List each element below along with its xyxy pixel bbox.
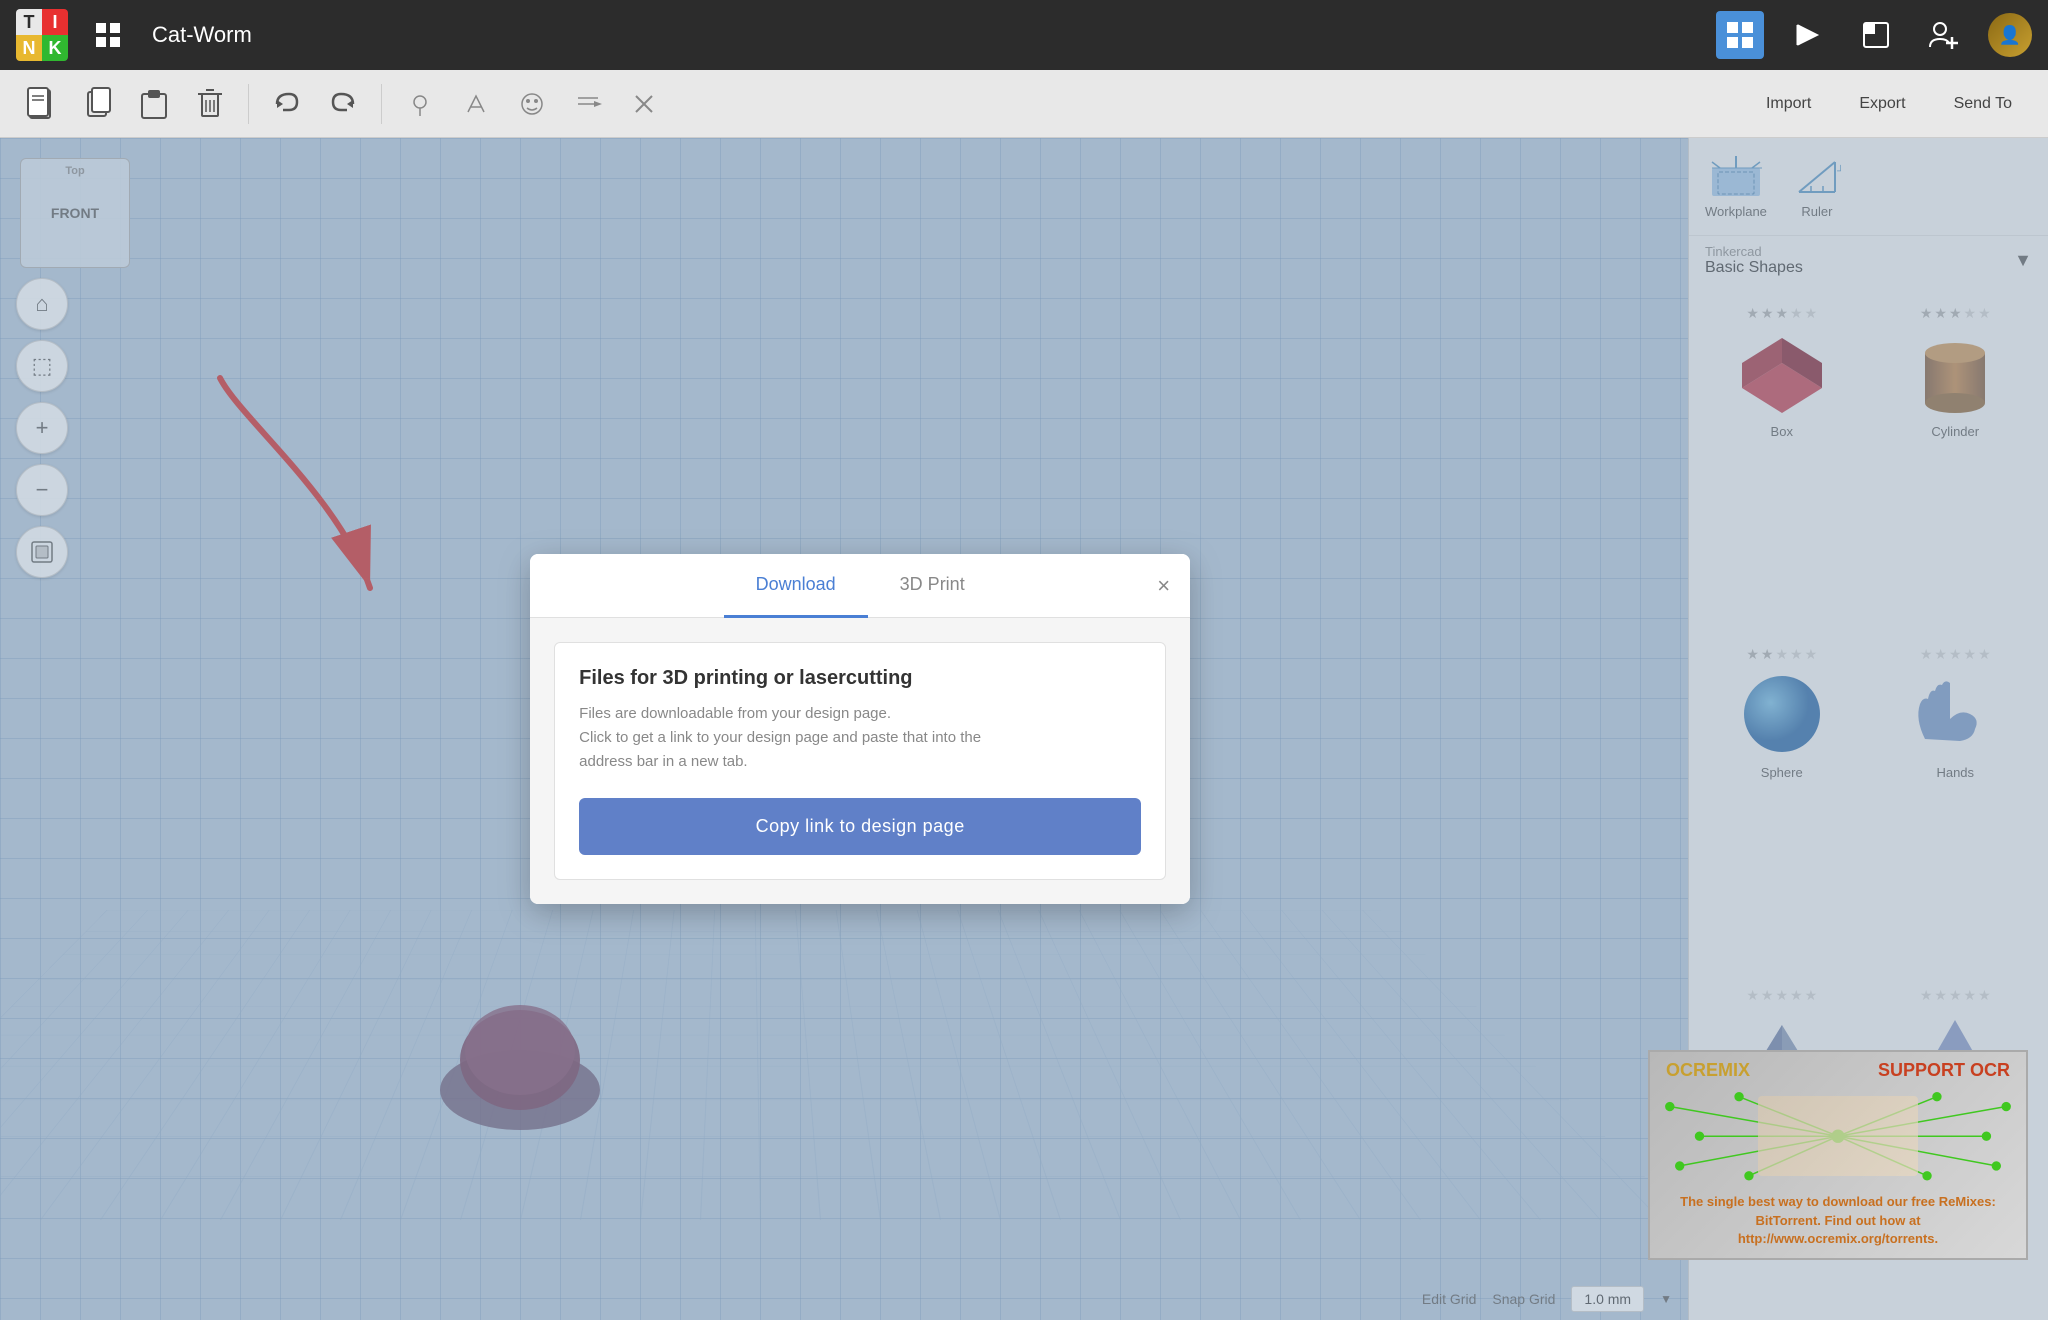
logo-t: T (16, 9, 42, 35)
header-right: 👤 (1716, 11, 2032, 59)
modal-title: Files for 3D printing or lasercutting (579, 667, 1141, 690)
header: T I N K Cat-Worm (0, 0, 2048, 70)
learn-btn[interactable] (1784, 11, 1832, 59)
main-area: Top FRONT ⌂ ⬚ + − (0, 138, 2048, 1320)
modal-tabs: Download 3D Print × (530, 554, 1190, 618)
ad-image (1758, 1096, 1918, 1176)
logo-k: K (42, 35, 68, 61)
ad-support-label: SUPPORT OCR (1878, 1060, 2010, 1081)
modal-description: Files are downloadable from your design … (579, 702, 1141, 774)
user-avatar[interactable]: 👤 (1988, 13, 2032, 57)
toolbar-right: Import Export Send To (1746, 87, 2032, 121)
tinkercad-logo[interactable]: T I N K (16, 9, 68, 61)
hint-btn-5[interactable] (618, 78, 670, 130)
export-btn[interactable]: Export (1839, 87, 1925, 121)
ad-text: The single best way to download our free… (1650, 1187, 2026, 1258)
send-to-btn[interactable]: Send To (1934, 87, 2032, 121)
undo-btn[interactable] (261, 78, 313, 130)
redo-btn[interactable] (317, 78, 369, 130)
ad-overlay: OCREMIX SUPPORT OCR (1648, 1050, 2028, 1260)
grid-view-icon (84, 11, 132, 59)
modal-content-box: Files for 3D printing or lasercutting Fi… (554, 642, 1166, 880)
copy-btn[interactable] (72, 78, 124, 130)
ad-ocremix-label: OCREMIX (1666, 1060, 1750, 1081)
logo-n: N (16, 35, 42, 61)
delete-btn[interactable] (184, 78, 236, 130)
ad-inner: OCREMIX SUPPORT OCR (1650, 1052, 2026, 1258)
modal-body: Files for 3D printing or lasercutting Fi… (530, 618, 1190, 904)
add-user-btn[interactable] (1920, 11, 1968, 59)
import-btn[interactable]: Import (1746, 87, 1831, 121)
logo-i: I (42, 9, 68, 35)
copy-link-btn[interactable]: Copy link to design page (579, 798, 1141, 855)
download-modal: Download 3D Print × Files for 3D printin… (530, 554, 1190, 904)
toolbar-separator-1 (248, 84, 249, 124)
design-view-btn[interactable] (1716, 11, 1764, 59)
paste-btn[interactable] (128, 78, 180, 130)
toolbar: Import Export Send To (0, 70, 2048, 138)
gallery-btn[interactable] (1852, 11, 1900, 59)
modal-close-btn[interactable]: × (1157, 573, 1170, 599)
hint-btn-1[interactable] (394, 78, 446, 130)
hint-btn-4[interactable] (562, 78, 614, 130)
ad-center (1650, 1085, 2026, 1187)
tab-3dprint[interactable]: 3D Print (868, 554, 997, 618)
project-name: Cat-Worm (152, 22, 252, 48)
tab-download[interactable]: Download (724, 554, 868, 618)
ad-header: OCREMIX SUPPORT OCR (1650, 1052, 2026, 1085)
hint-btn-2[interactable] (450, 78, 502, 130)
toolbar-separator-2 (381, 84, 382, 124)
new-btn[interactable] (16, 78, 68, 130)
hint-btn-3[interactable] (506, 78, 558, 130)
